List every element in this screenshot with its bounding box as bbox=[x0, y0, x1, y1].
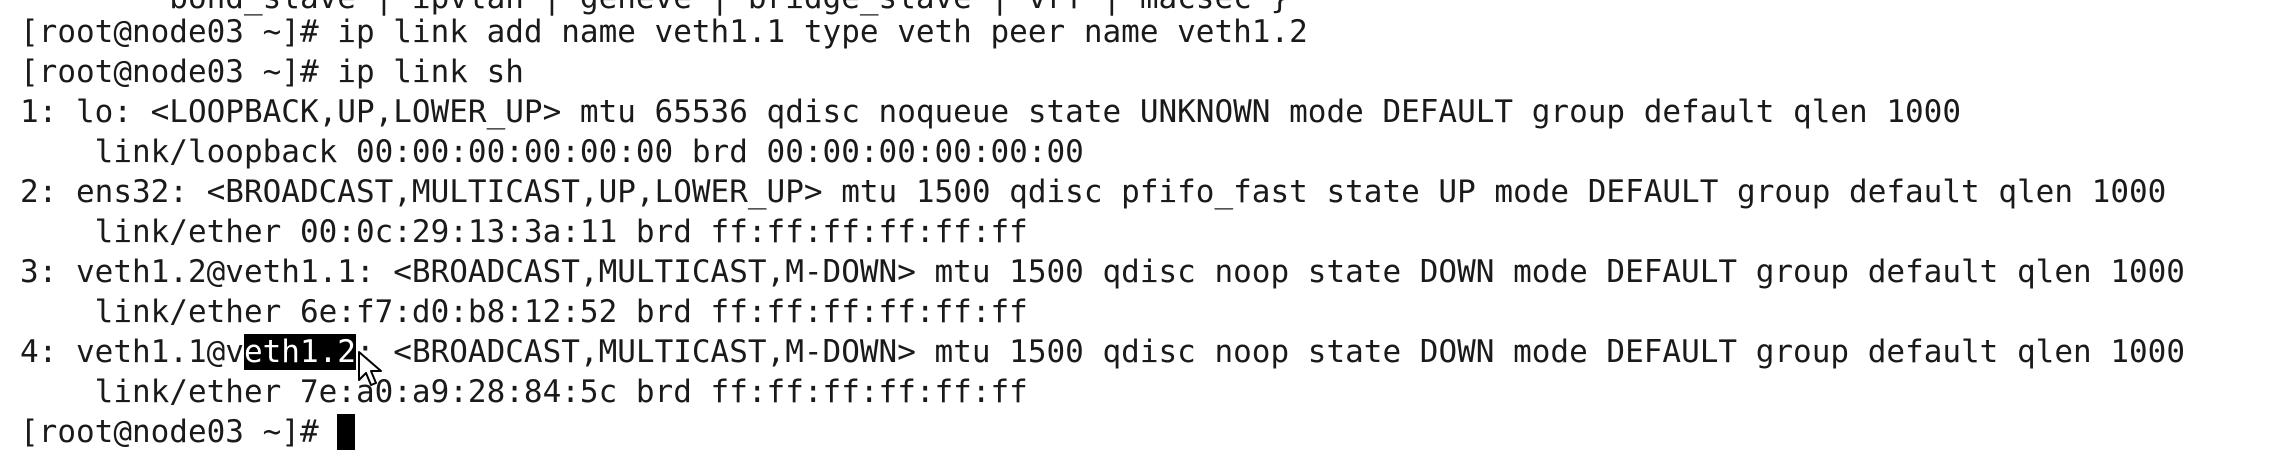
terminal-line: link/ether 00:0c:29:13:3a:11 brd ff:ff:f… bbox=[20, 214, 1028, 250]
terminal-line: 2: ens32: <BROADCAST,MULTICAST,UP,LOWER_… bbox=[20, 174, 2167, 210]
terminal-line: link/loopback 00:00:00:00:00:00 brd 00:0… bbox=[20, 134, 1084, 170]
arrow-pointer-icon bbox=[358, 351, 382, 386]
terminal-line: [root@node03 ~]# ip link sh bbox=[20, 54, 524, 90]
text-selection[interactable]: eth1.2 bbox=[243, 334, 356, 370]
terminal-line: 3: veth1.2@veth1.1: <BROADCAST,MULTICAST… bbox=[20, 254, 2185, 290]
terminal-line: link/ether 7e:a0:a9:28:84:5c brd ff:ff:f… bbox=[20, 374, 1028, 410]
terminal-line: [root@node03 ~]# ip link add name veth1.… bbox=[20, 14, 1308, 50]
terminal-prompt-line[interactable]: [root@node03 ~]# bbox=[20, 412, 356, 452]
line-text-before-selection: 4: veth1.1@v bbox=[20, 334, 244, 370]
terminal-line: 1: lo: <LOOPBACK,UP,LOWER_UP> mtu 65536 … bbox=[20, 94, 1962, 130]
terminal-line-with-selection: 4: veth1.1@veth1.2: <BROADCAST,MULTICAST… bbox=[20, 332, 2185, 372]
terminal-window[interactable]: bond_slave | ipvlan | geneve | bridge_sl… bbox=[0, 0, 2292, 454]
shell-prompt: [root@node03 ~]# bbox=[20, 414, 338, 450]
line-text-after-selection: : <BROADCAST,MULTICAST,M-DOWN> mtu 1500 … bbox=[355, 334, 2185, 370]
block-cursor-icon bbox=[337, 414, 356, 450]
terminal-line: link/ether 6e:f7:d0:b8:12:52 brd ff:ff:f… bbox=[20, 294, 1028, 330]
